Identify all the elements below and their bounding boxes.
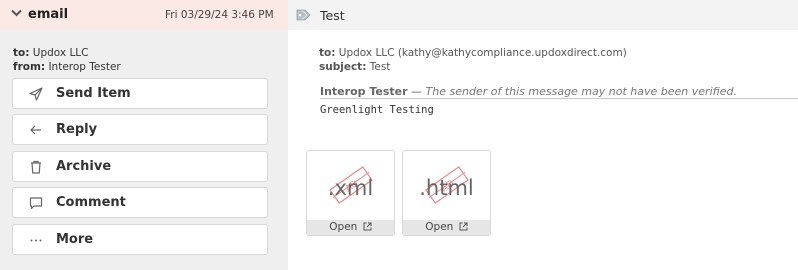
send-item-label: Send Item — [56, 86, 131, 101]
message-subject-value: Test — [369, 61, 391, 73]
reply-button[interactable]: Reply — [12, 114, 268, 145]
sender-warning: The sender of this message may not have … — [425, 85, 737, 98]
reply-label: Reply — [56, 122, 98, 137]
ellipsis-icon — [30, 239, 42, 242]
message-to-label: to: — [319, 47, 336, 59]
comment-button[interactable]: Comment — [12, 187, 268, 218]
attachment-card[interactable]: AD .xml Open — [306, 150, 395, 236]
sender-separator: — — [411, 85, 423, 98]
trash-icon — [31, 160, 41, 174]
sender-line: Interop Tester — The sender of this mess… — [320, 85, 737, 98]
from-label: from: — [13, 61, 46, 73]
attachment-extension: .xml — [327, 176, 374, 200]
tag-icon[interactable] — [296, 8, 312, 22]
open-label: Open — [425, 221, 454, 233]
message-header-bar — [288, 0, 798, 30]
send-icon — [29, 87, 43, 101]
to-label: to: — [13, 47, 30, 59]
send-item-button[interactable]: Send Item — [12, 78, 268, 109]
left-from-line: from: Interop Tester — [13, 61, 121, 73]
arrow-left-icon — [30, 125, 41, 135]
left-to-line: to: Updox LLC — [13, 47, 88, 59]
attachment-open-button[interactable]: Open — [307, 220, 394, 235]
chevron-down-icon[interactable] — [11, 9, 22, 17]
message-body: Greenlight Testing — [320, 104, 434, 116]
open-label: Open — [329, 221, 358, 233]
external-link-icon — [459, 222, 468, 231]
archive-label: Archive — [56, 159, 112, 174]
message-date: Fri 03/29/24 3:46 PM — [165, 9, 274, 21]
message-subject-title: Test — [320, 8, 345, 23]
comment-icon — [29, 197, 43, 210]
more-button[interactable]: More — [12, 224, 268, 255]
attachment-card[interactable]: AD .html Open — [402, 150, 491, 236]
from-value: Interop Tester — [48, 61, 121, 73]
external-link-icon — [363, 222, 372, 231]
message-subject-label: subject: — [319, 61, 367, 73]
message-list-header[interactable]: email Fri 03/29/24 3:46 PM — [0, 0, 288, 30]
attachment-open-button[interactable]: Open — [403, 220, 490, 235]
to-value: Updox LLC — [32, 47, 89, 59]
header-divider — [320, 98, 798, 99]
more-label: More — [56, 232, 94, 247]
archive-button[interactable]: Archive — [12, 151, 268, 182]
comment-label: Comment — [56, 195, 126, 210]
message-subject-line: subject: Test — [319, 61, 390, 73]
sender-name: Interop Tester — [320, 85, 408, 98]
folder-label: email — [28, 7, 69, 22]
message-to-value: Updox LLC (kathy@kathycompliance.updoxdi… — [338, 47, 627, 59]
message-to-line: to: Updox LLC (kathy@kathycompliance.upd… — [319, 47, 627, 59]
attachment-extension: .html — [419, 176, 474, 200]
